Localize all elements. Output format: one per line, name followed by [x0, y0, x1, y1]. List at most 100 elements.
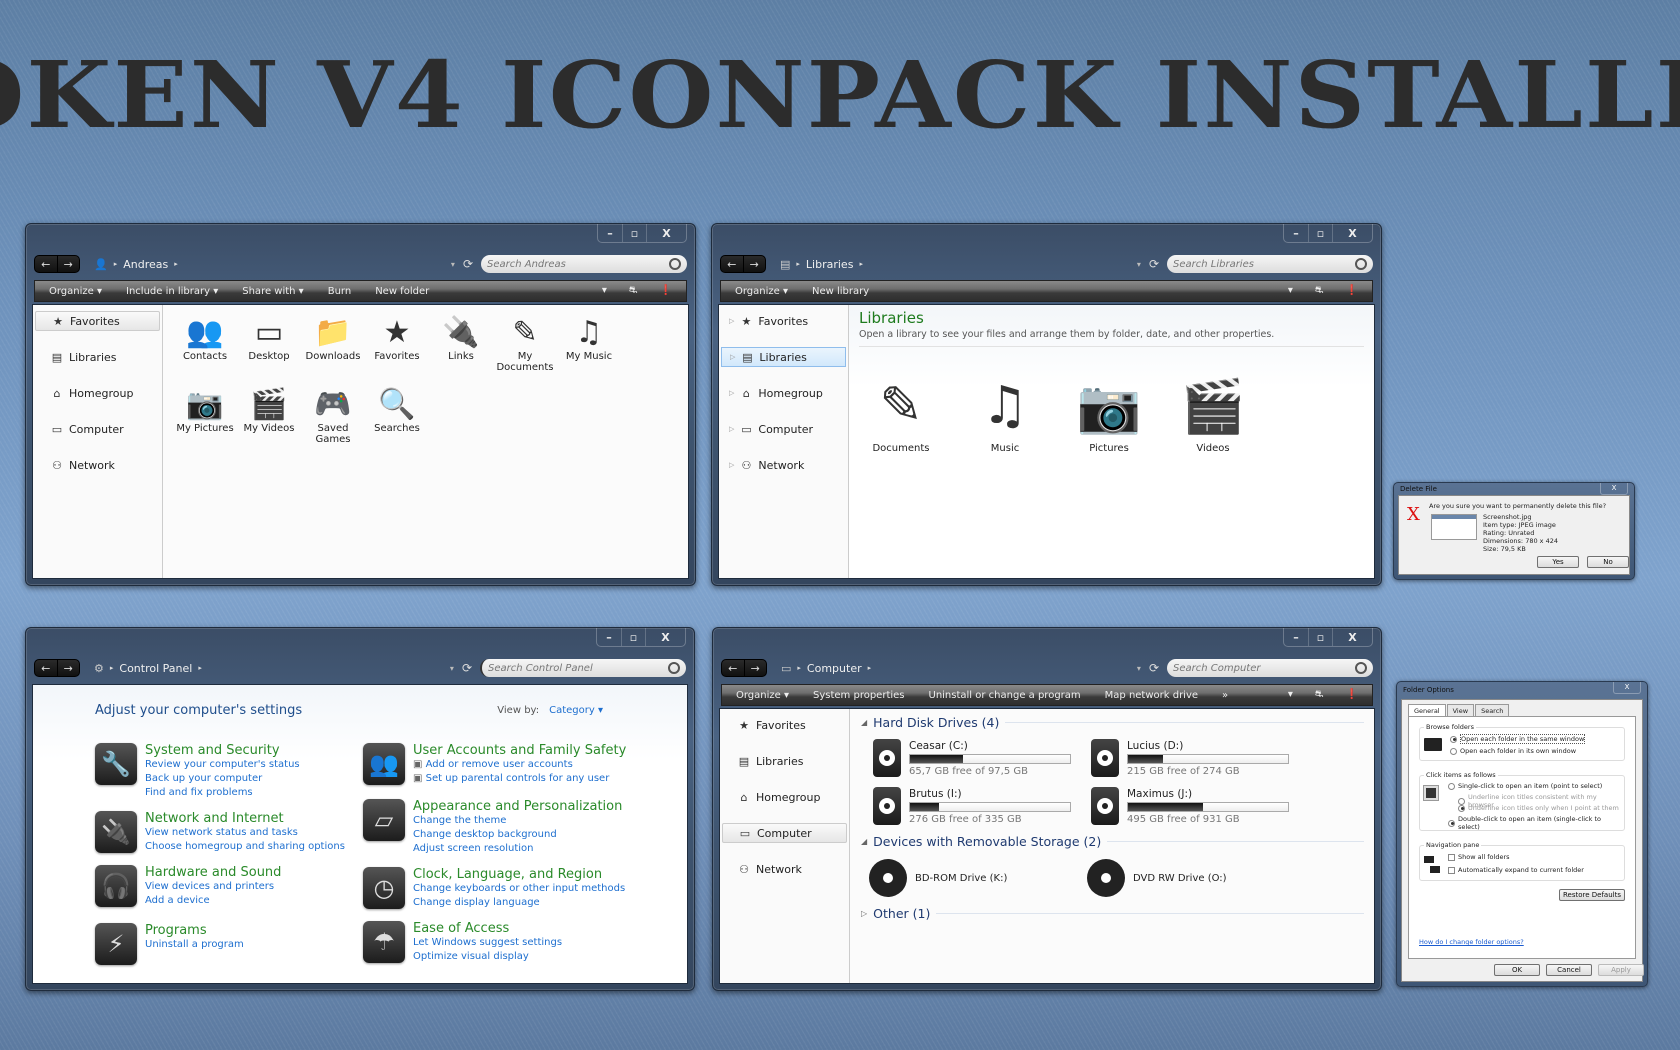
- chevron-right-icon[interactable]: ▸: [198, 664, 202, 672]
- organize-button[interactable]: Organize ▾: [735, 286, 788, 297]
- folder-item-downloads[interactable]: 📁 Downloads: [301, 313, 365, 385]
- history-dropdown-icon[interactable]: ▾: [450, 664, 454, 673]
- map-network-drive-button[interactable]: Map network drive: [1105, 690, 1198, 701]
- no-button[interactable]: No: [1587, 556, 1629, 568]
- drive-item[interactable]: Lucius (D:) 215 GB free of 274 GB: [1091, 739, 1289, 777]
- category-title[interactable]: Programs: [145, 923, 244, 938]
- category-link[interactable]: ▣ Add or remove user accounts: [413, 758, 626, 772]
- back-button[interactable]: ←: [721, 256, 744, 272]
- forward-button[interactable]: →: [745, 660, 767, 676]
- breadcrumb-item[interactable]: Andreas: [123, 258, 168, 271]
- view-by-dropdown[interactable]: Category ▾: [549, 705, 603, 716]
- category-title[interactable]: Hardware and Sound: [145, 865, 281, 880]
- help-link[interactable]: How do I change folder options?: [1419, 938, 1524, 946]
- search-input[interactable]: Search Libraries: [1167, 255, 1373, 273]
- forward-button[interactable]: →: [58, 660, 80, 676]
- group-removable-storage[interactable]: ◢ Devices with Removable Storage (2): [861, 834, 1364, 849]
- chevron-right-icon[interactable]: ▸: [174, 260, 178, 268]
- history-dropdown-icon[interactable]: ▾: [451, 260, 455, 269]
- category-link[interactable]: Optimize visual display: [413, 950, 562, 964]
- breadcrumb[interactable]: 👤 ▸ Andreas ▸: [94, 258, 178, 271]
- preview-pane-icon[interactable]: ⛐: [1315, 285, 1324, 298]
- refresh-icon[interactable]: ⟳: [1149, 257, 1159, 271]
- folder-item-my-music[interactable]: ♫ My Music: [557, 313, 621, 385]
- category-title[interactable]: User Accounts and Family Safety: [413, 743, 626, 758]
- breadcrumb[interactable]: ▤ ▸ Libraries ▸: [780, 258, 863, 271]
- chevron-right-icon[interactable]: ▸: [868, 664, 872, 672]
- library-pictures[interactable]: 📷 Pictures: [1077, 369, 1142, 455]
- category-title[interactable]: Network and Internet: [145, 811, 345, 826]
- restore-defaults-button[interactable]: Restore Defaults: [1559, 889, 1625, 901]
- radio-double-click[interactable]: Double-click to open an item (single-cli…: [1448, 815, 1624, 831]
- drive-item[interactable]: Maximus (J:) 495 GB free of 931 GB: [1091, 787, 1289, 825]
- folder-item-my-pictures[interactable]: 📷 My Pictures: [173, 385, 237, 457]
- share-with-button[interactable]: Share with ▾: [242, 286, 303, 297]
- yes-button[interactable]: Yes: [1537, 556, 1579, 568]
- category-link[interactable]: View network status and tasks: [145, 826, 345, 840]
- category-title[interactable]: Appearance and Personalization: [413, 799, 622, 814]
- minimize-button[interactable]: –: [1284, 224, 1308, 242]
- folder-item-my-documents[interactable]: ✎ My Documents: [493, 313, 557, 385]
- sidebar-item-network[interactable]: ▷ ⚇ Network: [721, 455, 846, 475]
- organize-button[interactable]: Organize ▾: [736, 690, 789, 701]
- library-documents[interactable]: ✎ Documents: [869, 369, 933, 454]
- breadcrumb[interactable]: ▭ ▸ Computer ▸: [781, 662, 871, 675]
- maximize-button[interactable]: ▫: [622, 224, 646, 242]
- close-button[interactable]: X: [645, 628, 685, 646]
- close-button[interactable]: X: [1332, 224, 1372, 242]
- sidebar-item-libraries[interactable]: ▤ Libraries: [35, 347, 160, 367]
- checkbox-auto-expand[interactable]: Automatically expand to current folder: [1448, 866, 1584, 874]
- view-options-icon[interactable]: ▾: [602, 285, 607, 298]
- sidebar-item-favorites[interactable]: ★ Favorites: [35, 311, 160, 331]
- collapse-icon[interactable]: ◢: [861, 718, 867, 727]
- sidebar-item-favorites[interactable]: ★ Favorites: [722, 715, 847, 735]
- checkbox-show-all-folders[interactable]: Show all folders: [1448, 853, 1510, 861]
- history-dropdown-icon[interactable]: ▾: [1137, 260, 1141, 269]
- radio-own-window[interactable]: Open each folder in its own window: [1450, 747, 1576, 755]
- library-music[interactable]: ♫ Music: [973, 369, 1037, 454]
- minimize-button[interactable]: –: [1284, 628, 1308, 646]
- sidebar-item-libraries[interactable]: ▷ ▤ Libraries: [721, 347, 846, 367]
- sidebar-item-libraries[interactable]: ▤ Libraries: [722, 751, 847, 771]
- search-input[interactable]: Search Control Panel: [480, 659, 686, 677]
- category-link[interactable]: View devices and printers: [145, 880, 281, 894]
- breadcrumb[interactable]: ⚙ ▸ Control Panel ▸: [94, 662, 202, 675]
- maximize-button[interactable]: ▫: [1308, 628, 1332, 646]
- category-link[interactable]: Review your computer's status: [145, 758, 300, 772]
- category-title[interactable]: System and Security: [145, 743, 300, 758]
- category-title[interactable]: Ease of Access: [413, 921, 562, 936]
- close-button[interactable]: X: [1600, 483, 1628, 495]
- more-commands-button[interactable]: »: [1222, 690, 1228, 701]
- help-icon[interactable]: ❗: [660, 285, 672, 298]
- group-hard-disk-drives[interactable]: ◢ Hard Disk Drives (4): [861, 715, 1364, 730]
- sidebar-item-network[interactable]: ⚇ Network: [35, 455, 160, 475]
- sidebar-item-computer[interactable]: ▭ Computer: [35, 419, 160, 439]
- drive-item[interactable]: Ceasar (C:) 65,7 GB free of 97,5 GB: [873, 739, 1071, 777]
- category-link[interactable]: Change keyboards or other input methods: [413, 882, 625, 896]
- minimize-button[interactable]: –: [597, 628, 621, 646]
- close-button[interactable]: X: [646, 224, 686, 242]
- expand-icon[interactable]: ▷: [729, 425, 734, 433]
- expand-icon[interactable]: ▷: [729, 389, 734, 397]
- breadcrumb-item[interactable]: Computer: [807, 662, 862, 675]
- expand-icon[interactable]: ▷: [861, 909, 867, 918]
- category-link[interactable]: Choose homegroup and sharing options: [145, 840, 345, 854]
- category-link[interactable]: Change desktop background: [413, 828, 622, 842]
- forward-button[interactable]: →: [58, 256, 80, 272]
- chevron-right-icon[interactable]: ▸: [859, 260, 863, 268]
- sidebar-item-computer[interactable]: ▷ ▭ Computer: [721, 419, 846, 439]
- folder-item-saved-games[interactable]: 🎮 Saved Games: [301, 385, 365, 457]
- sidebar-item-homegroup[interactable]: ⌂ Homegroup: [35, 383, 160, 403]
- refresh-icon[interactable]: ⟳: [1149, 661, 1159, 675]
- cancel-button[interactable]: Cancel: [1546, 964, 1592, 976]
- collapse-icon[interactable]: ◢: [861, 837, 867, 846]
- category-link[interactable]: ▣ Set up parental controls for any user: [413, 772, 626, 786]
- folder-item-favorites[interactable]: ★ Favorites: [365, 313, 429, 385]
- close-button[interactable]: X: [1613, 682, 1641, 694]
- search-input[interactable]: Search Computer: [1167, 659, 1373, 677]
- folder-item-desktop[interactable]: ▭ Desktop: [237, 313, 301, 385]
- category-link[interactable]: Uninstall a program: [145, 938, 244, 952]
- folder-item-links[interactable]: 🔌 Links: [429, 313, 493, 385]
- refresh-icon[interactable]: ⟳: [463, 257, 473, 271]
- new-folder-button[interactable]: New folder: [375, 286, 429, 297]
